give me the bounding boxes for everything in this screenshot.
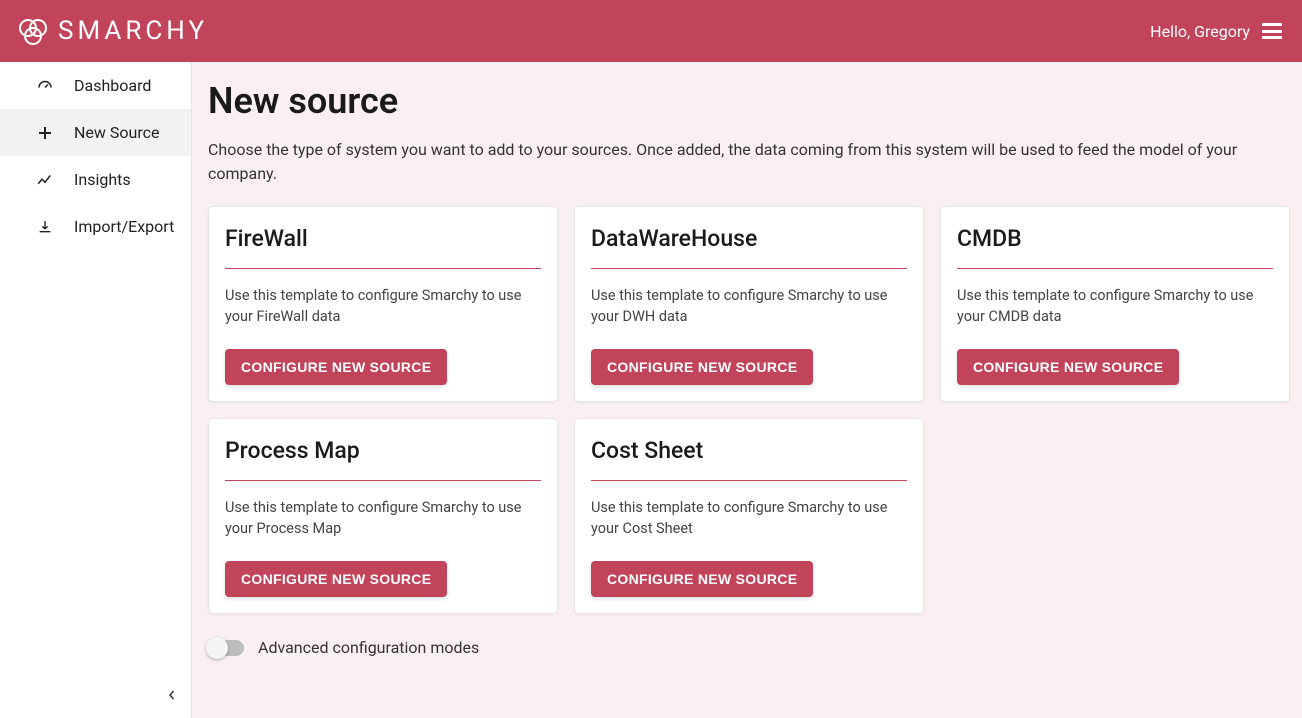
sidebar-item-label: New Source — [74, 123, 159, 142]
card-description: Use this template to configure Smarchy t… — [225, 285, 541, 327]
card-description: Use this template to configure Smarchy t… — [591, 497, 907, 539]
sidebar-item-insights[interactable]: Insights — [0, 156, 191, 203]
source-card-firewall: FireWall Use this template to configure S… — [208, 206, 558, 402]
sidebar-item-new-source[interactable]: New Source — [0, 109, 191, 156]
configure-source-button[interactable]: CONFIGURE NEW SOURCE — [591, 349, 813, 385]
user-greeting: Hello, Gregory — [1150, 22, 1250, 41]
main-content: New source Choose the type of system you… — [192, 62, 1302, 718]
source-card-cmdb: CMDB Use this template to configure Smarc… — [940, 206, 1290, 402]
configure-source-button[interactable]: CONFIGURE NEW SOURCE — [225, 349, 447, 385]
source-card-process-map: Process Map Use this template to configur… — [208, 418, 558, 614]
page-description: Choose the type of system you want to ad… — [208, 138, 1268, 186]
brand-logo[interactable]: SMARCHY — [18, 16, 208, 46]
source-cards-grid: FireWall Use this template to configure S… — [208, 206, 1282, 614]
card-title: DataWareHouse — [591, 225, 907, 269]
source-card-datawarehouse: DataWareHouse Use this template to config… — [574, 206, 924, 402]
plus-icon — [36, 124, 54, 142]
brand-name: SMARCHY — [58, 16, 208, 46]
sidebar-item-dashboard[interactable]: Dashboard — [0, 62, 191, 109]
advanced-toggle[interactable] — [208, 640, 244, 656]
download-icon — [36, 218, 54, 236]
sidebar-collapse-button[interactable] — [167, 688, 177, 704]
configure-source-button[interactable]: CONFIGURE NEW SOURCE — [591, 561, 813, 597]
card-description: Use this template to configure Smarchy t… — [225, 497, 541, 539]
card-description: Use this template to configure Smarchy t… — [591, 285, 907, 327]
advanced-toggle-label: Advanced configuration modes — [258, 638, 479, 657]
sidebar-item-label: Dashboard — [74, 76, 151, 95]
sidebar-item-label: Import/Export — [74, 217, 174, 236]
sidebar-item-label: Insights — [74, 170, 131, 189]
card-title: FireWall — [225, 225, 541, 269]
app-header: SMARCHY Hello, Gregory — [0, 0, 1302, 62]
toggle-knob — [206, 637, 228, 659]
card-title: Cost Sheet — [591, 437, 907, 481]
sidebar-item-import-export[interactable]: Import/Export — [0, 203, 191, 250]
page-title: New source — [208, 80, 1282, 122]
advanced-toggle-row: Advanced configuration modes — [208, 638, 1282, 657]
configure-source-button[interactable]: CONFIGURE NEW SOURCE — [225, 561, 447, 597]
menu-icon[interactable] — [1262, 23, 1282, 39]
card-title: Process Map — [225, 437, 541, 481]
card-description: Use this template to configure Smarchy t… — [957, 285, 1273, 327]
card-title: CMDB — [957, 225, 1273, 269]
gauge-icon — [36, 77, 54, 95]
brand-logo-icon — [18, 16, 48, 46]
header-right: Hello, Gregory — [1150, 22, 1282, 41]
configure-source-button[interactable]: CONFIGURE NEW SOURCE — [957, 349, 1179, 385]
source-card-cost-sheet: Cost Sheet Use this template to configure… — [574, 418, 924, 614]
chart-line-icon — [36, 171, 54, 189]
sidebar: Dashboard New Source Insights Import/Export — [0, 62, 192, 718]
